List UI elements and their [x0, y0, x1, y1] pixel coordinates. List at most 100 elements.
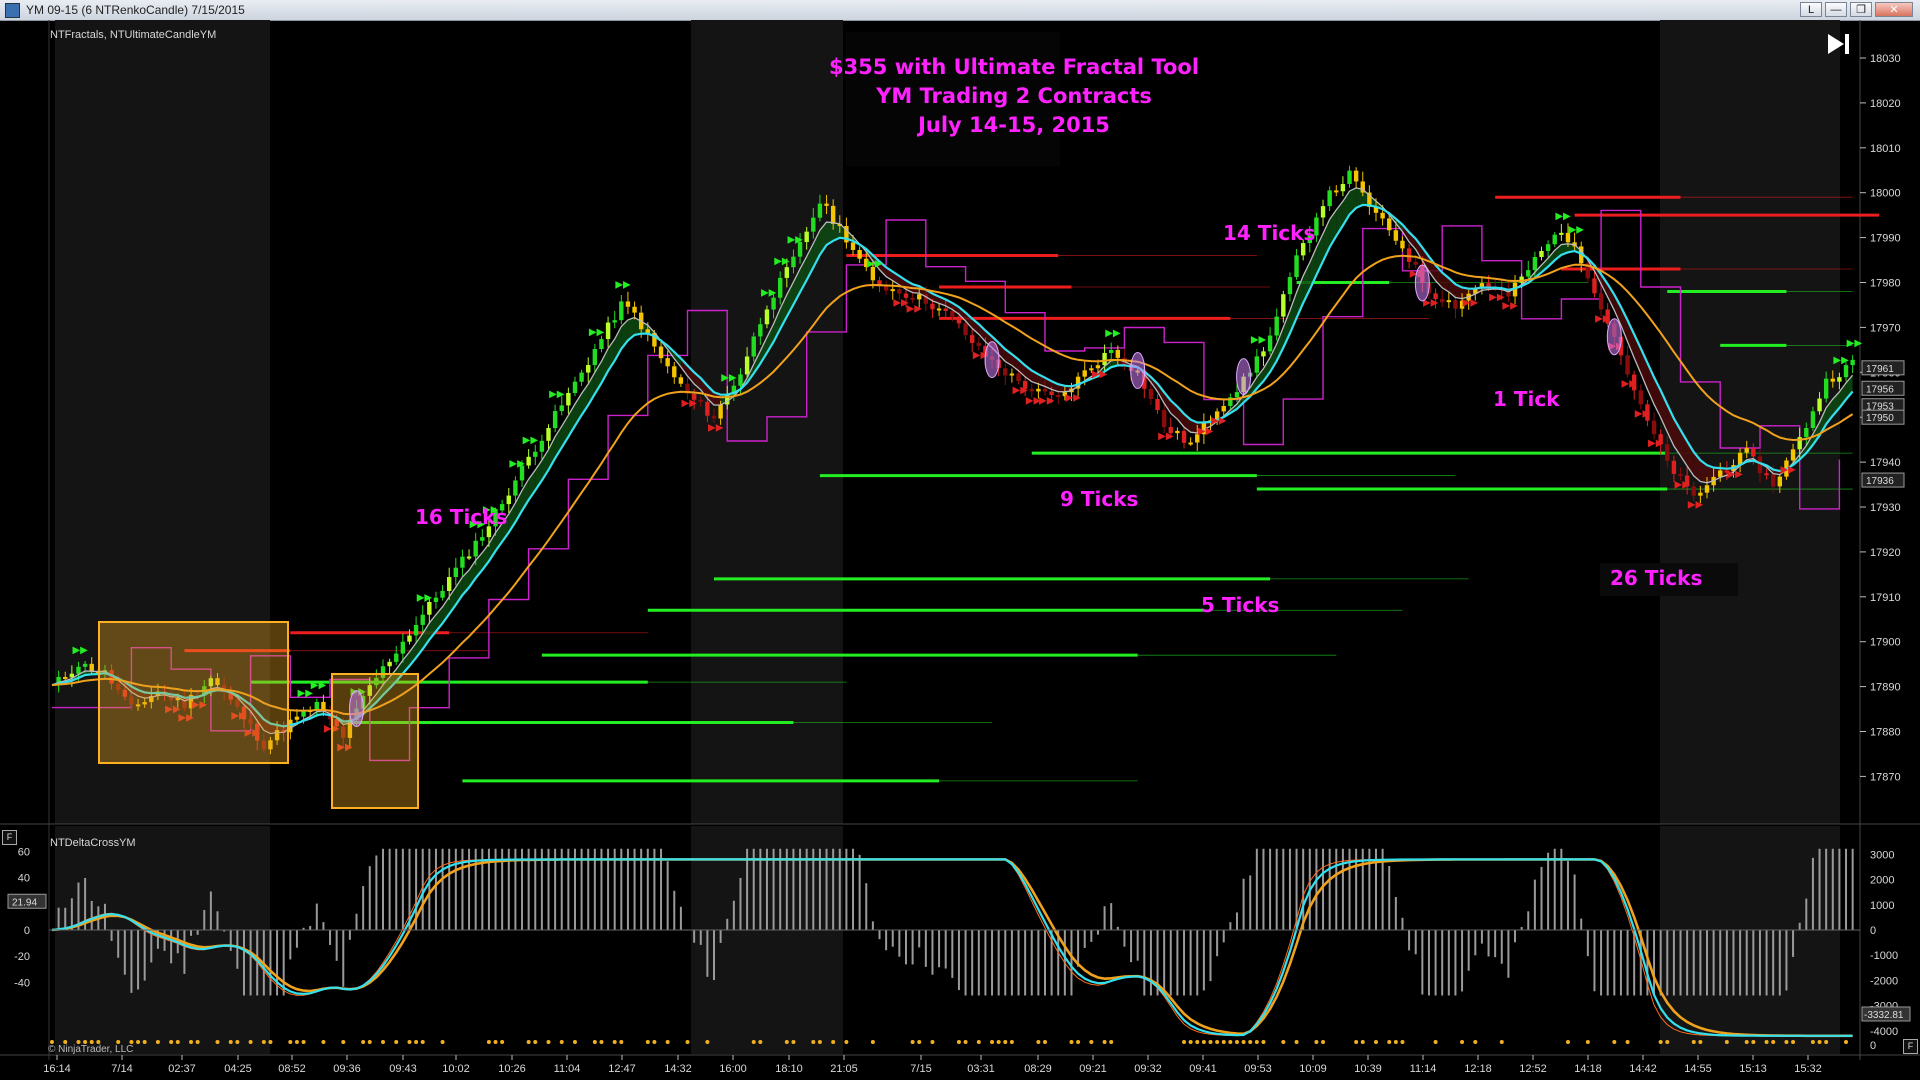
candle-body — [394, 653, 399, 662]
candle-body — [658, 346, 664, 359]
signal-dot — [1473, 1040, 1478, 1044]
price-marker-label: 17961 — [1866, 364, 1894, 375]
signal-arrow: ▶▶ — [682, 398, 698, 409]
signal-dot — [1698, 1040, 1703, 1044]
candle-body — [764, 309, 770, 325]
time-tick-label: 12:18 — [1464, 1063, 1492, 1075]
candle-body — [1790, 449, 1796, 461]
candle-body — [82, 663, 88, 667]
signal-arrow: ▶▶ — [417, 593, 433, 604]
candle-body — [1049, 391, 1054, 395]
time-tick-label: 11:14 — [1410, 1063, 1437, 1075]
signal-dot — [1036, 1040, 1041, 1044]
time-tick-label: 16:14 — [43, 1063, 71, 1075]
copyright-label: © NinjaTrader, LLC — [48, 1044, 133, 1055]
candle-body — [758, 324, 763, 337]
entry-marker — [349, 690, 365, 728]
signal-dot — [1744, 1040, 1749, 1044]
time-tick-label: 04:25 — [224, 1063, 252, 1075]
signal-dot — [559, 1040, 564, 1044]
signal-dot — [1724, 1040, 1729, 1044]
price-marker-label: 17936 — [1866, 476, 1894, 487]
price-tick-label: 17940 — [1870, 457, 1901, 469]
candle-body — [950, 311, 955, 317]
candle-body — [1334, 190, 1339, 193]
signal-dot — [420, 1040, 425, 1044]
headline-line-3: July 14-15, 2015 — [916, 113, 1110, 137]
candle-body — [447, 577, 452, 592]
candle-body — [1413, 261, 1418, 265]
right-marker-label: -3332.81 — [1864, 1010, 1904, 1021]
signal-dot — [1764, 1040, 1769, 1044]
signal-dot — [612, 1040, 617, 1044]
candle-body — [1751, 448, 1756, 457]
candle-body — [321, 701, 326, 710]
signal-dot — [493, 1040, 498, 1044]
close-button[interactable]: ✕ — [1875, 2, 1913, 17]
maximize-button[interactable]: ❐ — [1850, 2, 1872, 17]
candle-body — [513, 480, 518, 496]
candle-body — [1453, 300, 1458, 309]
candle-body — [1082, 370, 1087, 377]
signal-dot — [155, 1040, 160, 1044]
app-icon — [5, 3, 20, 18]
candle-body — [1764, 473, 1769, 476]
time-tick-label: 7/14 — [111, 1063, 132, 1075]
signal-arrow: ▶▶ — [615, 279, 631, 290]
price-tick-label: 17980 — [1870, 278, 1901, 290]
time-tick-label: 03:31 — [967, 1063, 995, 1075]
minimize-button[interactable]: — — [1825, 2, 1847, 17]
signal-dot — [381, 1040, 385, 1044]
signal-dot — [142, 1040, 147, 1044]
panel-f-button[interactable]: F — [2, 830, 17, 845]
signal-dot — [500, 1040, 505, 1044]
price-marker-label: 17956 — [1866, 384, 1894, 395]
signal-arrow: ▶▶ — [1502, 300, 1518, 311]
candle-body — [1691, 486, 1696, 496]
signal-arrow: ▶▶ — [774, 256, 790, 267]
link-button[interactable]: L — [1800, 2, 1822, 17]
signal-arrow: ▶▶ — [549, 389, 565, 400]
signal-dot — [1499, 1040, 1504, 1044]
entry-marker — [1236, 358, 1252, 396]
signal-dot — [1321, 1040, 1326, 1044]
candle-body — [1823, 378, 1829, 399]
skip-to-end-icon[interactable] — [1824, 30, 1854, 58]
candle-body — [744, 356, 750, 375]
signal-arrow: ▶▶ — [1211, 415, 1227, 426]
candle-body — [592, 349, 598, 366]
candle-body — [1804, 427, 1809, 438]
chart-canvas[interactable]: NTFractals, NTUltimateCandleYM $355 with… — [0, 20, 1920, 1080]
signal-dot — [831, 1040, 836, 1044]
signal-dot — [996, 1040, 1001, 1044]
signal-arrow: ▶▶ — [523, 435, 539, 446]
candle-body — [850, 242, 856, 250]
time-tick-label: 09:53 — [1244, 1063, 1272, 1075]
candle-body — [976, 342, 981, 346]
candle-body — [1234, 392, 1240, 398]
signal-dot — [526, 1040, 531, 1044]
candle-body — [1718, 470, 1723, 477]
candle-body — [619, 301, 624, 321]
price-marker-label: 17950 — [1866, 413, 1894, 424]
signal-dot — [1400, 1040, 1405, 1044]
signal-dot — [195, 1040, 200, 1044]
signal-dot — [1771, 1040, 1776, 1044]
candle-body — [665, 358, 670, 367]
candle-body — [930, 303, 935, 310]
candle-body — [645, 329, 650, 333]
candle-body — [586, 365, 591, 373]
right-f-button[interactable]: F — [1903, 1039, 1918, 1054]
signal-dot — [294, 1040, 299, 1044]
left-axis-label: 60 — [18, 846, 30, 858]
candle-body — [599, 339, 604, 350]
signal-arrow: ▶▶ — [1727, 469, 1743, 480]
right-axis-label: 0 — [1870, 925, 1876, 937]
candle-body — [963, 323, 968, 336]
candle-body — [883, 286, 889, 291]
candle-body — [506, 495, 511, 505]
signal-arrow: ▶▶ — [708, 423, 724, 434]
signal-arrow: ▶▶ — [72, 645, 88, 656]
signal-dot — [1585, 1040, 1590, 1044]
signal-dot — [341, 1040, 346, 1044]
